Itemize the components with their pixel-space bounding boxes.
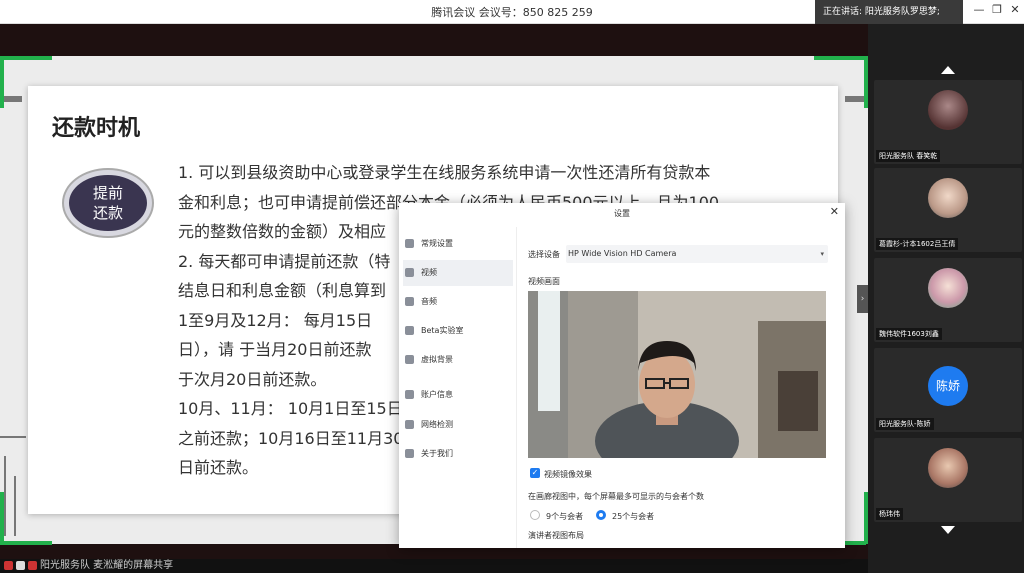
settings-nav-virtual-bg[interactable]: 虚拟背景: [403, 347, 513, 373]
slide-line: 1. 可以到县级资助中心或登录学生在线服务系统申请一次性还清所有贷款本: [178, 163, 711, 182]
restore-button[interactable]: ❐: [988, 3, 1006, 16]
scroll-down-icon[interactable]: [941, 526, 955, 534]
settings-nav-video[interactable]: 视频: [403, 260, 513, 286]
settings-dialog: 设置 ✕ 常规设置 视频 音频 Beta实验室 虚拟背景 账户信息 网络检测 关…: [399, 203, 845, 548]
camera-off-icon: [28, 561, 37, 570]
decor-line: [14, 476, 16, 536]
camera-preview-image: [528, 291, 826, 458]
camera-preview: [528, 291, 826, 458]
decor-line: [0, 436, 26, 438]
share-border-corner: [0, 492, 4, 544]
settings-content: 选择设备 HP Wide Vision HD Camera ▾ 视频画面 ✓ 视…: [528, 227, 838, 548]
participant-video: [928, 90, 968, 130]
participant-video: [928, 268, 968, 308]
chevron-down-icon: ▾: [820, 250, 824, 258]
settings-nav-beta[interactable]: Beta实验室: [403, 318, 513, 344]
participant-video: [928, 178, 968, 218]
speaking-indicator: 正在讲话: 阳光服务队罗思梦;: [815, 0, 963, 24]
participant-video: [928, 448, 968, 488]
slide-title: 还款时机: [52, 116, 141, 141]
participant-name: 杨玮伟: [876, 508, 903, 520]
share-border-corner: [0, 56, 52, 60]
participant-name: 阳光服务队 春笑乾: [876, 150, 941, 162]
screen-share-icon: [16, 561, 25, 570]
preview-label: 视频画面: [528, 277, 560, 286]
radio-25-participants[interactable]: [596, 510, 606, 520]
settings-nav-audio[interactable]: 音频: [403, 289, 513, 315]
participant-tile[interactable]: 陈娇 阳光服务队-陈娇: [874, 348, 1022, 432]
settings-title: 设置: [614, 209, 630, 218]
settings-nav-network[interactable]: 网络检测: [403, 412, 513, 438]
participant-tile[interactable]: 魏伟软件1603刘鑫: [874, 258, 1022, 342]
participant-tile[interactable]: 阳光服务队 春笑乾: [874, 80, 1022, 164]
speaker-icon: [405, 297, 414, 306]
speaker-layout-label: 演讲者视图布局: [528, 531, 584, 540]
globe-icon: [405, 420, 414, 429]
participant-name: 葛霞杉-计本1602吕王倩: [876, 238, 959, 250]
device-label: 选择设备: [528, 250, 560, 259]
mirror-label: 视频镜像效果: [544, 470, 592, 479]
flask-icon: [405, 326, 414, 335]
sharing-text: 阳光服务队 麦淞耀的屏幕共享: [40, 560, 174, 571]
minimize-button[interactable]: —: [970, 3, 988, 16]
sharing-status-bar: 阳光服务队 麦淞耀的屏幕共享: [0, 559, 868, 573]
settings-nav-account[interactable]: 账户信息: [403, 382, 513, 408]
share-border-corner: [814, 56, 866, 60]
info-icon: [405, 449, 414, 458]
participant-tile[interactable]: 葛霞杉-计本1602吕王倩: [874, 168, 1022, 252]
mic-muted-icon: [4, 561, 13, 570]
share-border-corner: [0, 541, 52, 545]
account-icon: [405, 390, 414, 399]
sidebar-collapse-toggle[interactable]: ›: [857, 285, 868, 313]
settings-nav: 常规设置 视频 音频 Beta实验室 虚拟背景 账户信息 网络检测 关于我们: [399, 227, 517, 548]
settings-nav-general[interactable]: 常规设置: [403, 231, 513, 257]
gallery-label: 在画廊视图中，每个屏幕最多可显示的与会者个数: [528, 492, 704, 501]
badge-line-2: 还款: [92, 204, 123, 222]
participant-tile[interactable]: 杨玮伟: [874, 438, 1022, 522]
mirror-checkbox[interactable]: ✓: [530, 468, 540, 478]
close-button[interactable]: ✕: [1006, 3, 1024, 16]
scroll-up-icon[interactable]: [941, 66, 955, 74]
participant-avatar: 陈娇: [928, 366, 968, 406]
share-border-corner: [0, 56, 4, 108]
settings-nav-about[interactable]: 关于我们: [403, 441, 513, 467]
radio-9-participants[interactable]: [530, 510, 540, 520]
decor-line: [4, 456, 6, 536]
participant-name: 阳光服务队-陈娇: [876, 418, 934, 430]
gear-icon: [405, 239, 414, 248]
camera-select-value: HP Wide Vision HD Camera: [568, 249, 677, 258]
participant-name: 魏伟软件1603刘鑫: [876, 328, 942, 340]
video-icon: [405, 268, 414, 277]
settings-close-button[interactable]: ✕: [830, 205, 839, 218]
option-25-label: 25个与会者: [612, 512, 655, 521]
slide-badge: 提前 还款: [64, 170, 152, 236]
badge-line-1: 提前: [92, 184, 123, 202]
option-9-label: 9个与会者: [546, 512, 584, 521]
camera-select[interactable]: HP Wide Vision HD Camera ▾: [566, 245, 828, 263]
person-icon: [405, 355, 414, 364]
